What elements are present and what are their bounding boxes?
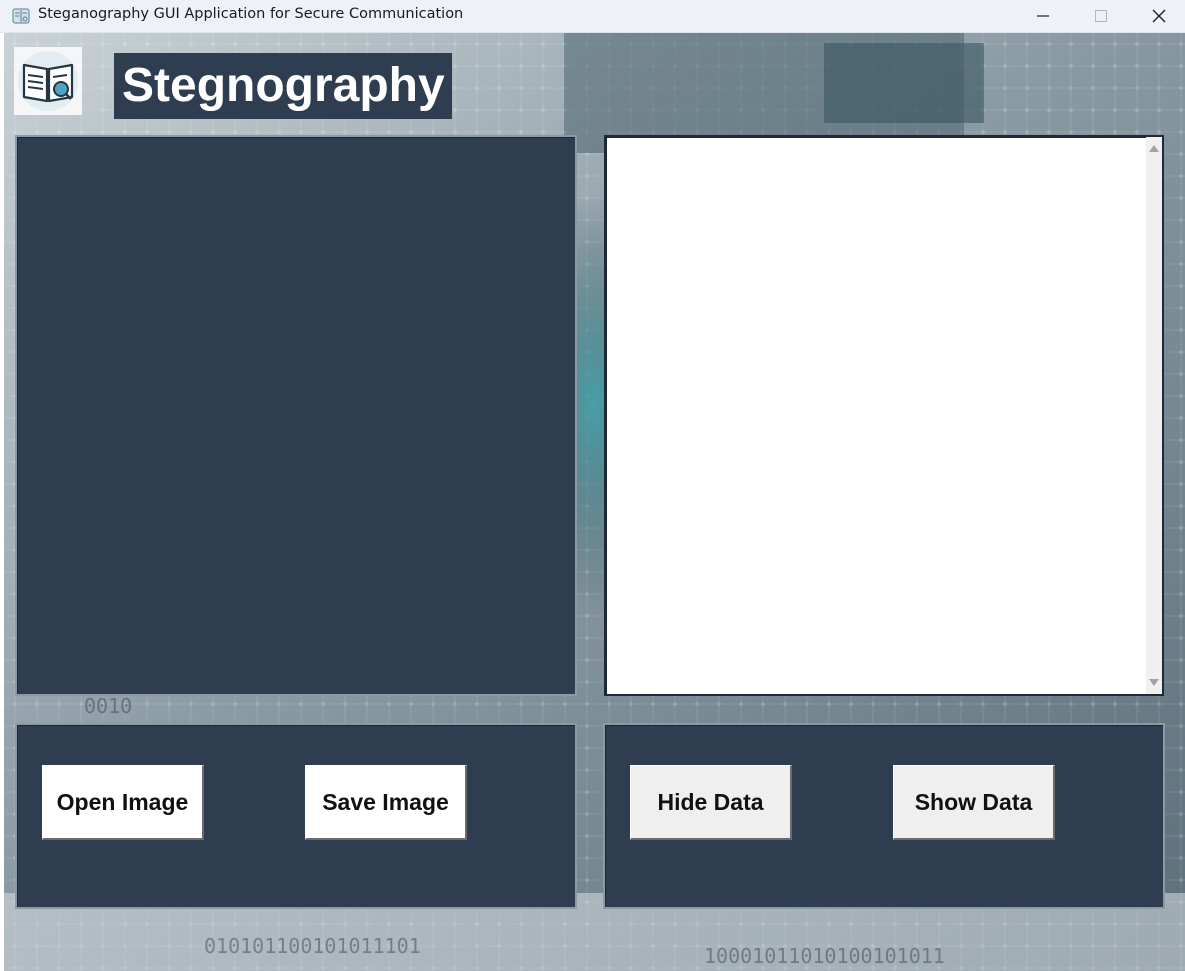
window-titlebar: Steganography GUI Application for Secure… bbox=[0, 0, 1185, 33]
notebook-icon bbox=[12, 7, 30, 25]
image-actions-frame: Open Image Save Image bbox=[15, 723, 577, 909]
scroll-up-arrow-icon[interactable] bbox=[1149, 145, 1159, 152]
maximize-icon bbox=[1095, 10, 1107, 22]
minimize-icon bbox=[1037, 15, 1049, 17]
maximize-button[interactable] bbox=[1072, 0, 1130, 32]
show-data-button[interactable]: Show Data bbox=[893, 765, 1055, 840]
data-actions-frame: Hide Data Show Data bbox=[603, 723, 1165, 909]
image-display-panel bbox=[15, 135, 577, 696]
app-logo bbox=[14, 47, 82, 115]
save-image-button[interactable]: Save Image bbox=[305, 765, 467, 840]
hide-data-button[interactable]: Hide Data bbox=[630, 765, 792, 840]
text-panel bbox=[604, 135, 1164, 696]
app-title: Stegnography bbox=[114, 53, 452, 119]
message-textarea[interactable] bbox=[608, 139, 1146, 692]
app-client-area: 010101100101011101 10001011010100101011 … bbox=[4, 33, 1185, 971]
book-search-icon bbox=[18, 51, 78, 111]
svg-text:010101100101011101: 010101100101011101 bbox=[204, 934, 421, 958]
close-button[interactable] bbox=[1130, 0, 1185, 32]
open-image-button[interactable]: Open Image bbox=[42, 765, 204, 840]
window-title: Steganography GUI Application for Secure… bbox=[38, 6, 464, 22]
text-scrollbar[interactable] bbox=[1146, 137, 1162, 694]
close-icon bbox=[1152, 9, 1166, 23]
svg-text:10001011010100101011: 10001011010100101011 bbox=[704, 944, 945, 968]
svg-text:0010: 0010 bbox=[84, 694, 132, 718]
scroll-down-arrow-icon[interactable] bbox=[1149, 679, 1159, 686]
minimize-button[interactable] bbox=[1014, 0, 1072, 32]
